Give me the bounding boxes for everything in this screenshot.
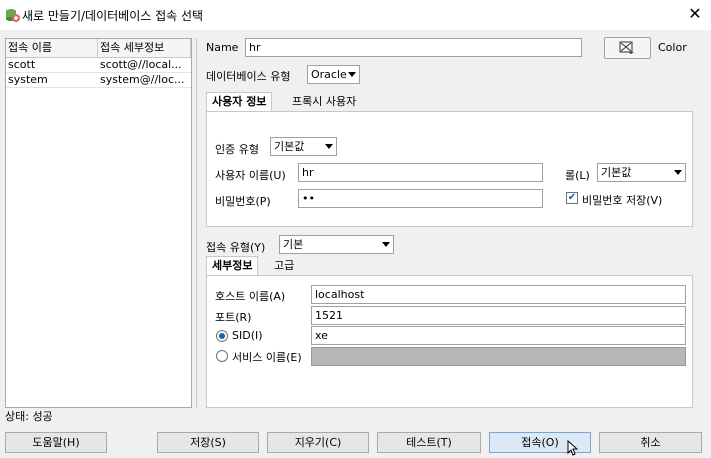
sid-radio[interactable] xyxy=(216,330,228,342)
database-app-icon xyxy=(6,9,20,22)
password-label: 비밀번호(P) xyxy=(215,195,271,208)
save-password-label: 비밀번호 저장(V) xyxy=(582,194,663,207)
title-bar: 새로 만들기/데이터베이스 접속 선택 ✕ xyxy=(0,0,711,30)
color-label: Color xyxy=(658,41,687,54)
color-picker-button[interactable] xyxy=(604,37,651,59)
sid-label: SID(I) xyxy=(232,329,263,342)
tab-details[interactable]: 세부정보 xyxy=(206,256,259,275)
role-select[interactable]: 기본값 xyxy=(597,163,686,182)
connection-list: 접속 이름 접속 세부정보 scott scott@//local... sys… xyxy=(5,38,192,408)
service-name-label: 서비스 이름(E) xyxy=(232,351,302,364)
db-type-value: Oracle xyxy=(311,68,347,81)
chevron-down-icon xyxy=(382,242,390,247)
conn-type-value: 기본 xyxy=(283,238,304,251)
connection-row-details[interactable]: scott@//local... xyxy=(98,58,191,73)
sid-input[interactable]: xe xyxy=(311,326,686,345)
service-name-input xyxy=(311,347,686,366)
username-label: 사용자 이름(U) xyxy=(215,169,286,182)
clear-button[interactable]: 지우기(C) xyxy=(267,432,369,453)
connection-row-details[interactable]: system@//loc... xyxy=(98,73,191,88)
save-password-checkbox[interactable]: ✔ xyxy=(566,192,578,204)
help-button[interactable]: 도움말(H) xyxy=(5,432,107,453)
cancel-button[interactable]: 취소 xyxy=(599,432,702,453)
name-label: Name xyxy=(206,41,239,54)
close-icon[interactable]: ✕ xyxy=(684,4,706,26)
service-name-radio[interactable] xyxy=(216,350,228,362)
auth-type-select[interactable]: 기본값 xyxy=(270,137,337,156)
host-input[interactable]: localhost xyxy=(311,285,686,304)
pane-splitter[interactable] xyxy=(196,38,197,408)
name-input[interactable]: hr xyxy=(245,38,582,57)
conn-type-select[interactable]: 기본 xyxy=(279,235,394,254)
port-label: 포트(R) xyxy=(215,311,252,324)
host-label: 호스트 이름(A) xyxy=(215,290,286,303)
conn-type-label: 접속 유형(Y) xyxy=(206,241,266,254)
connection-row-name[interactable]: system xyxy=(6,73,98,88)
password-input[interactable]: •• xyxy=(298,189,543,208)
chevron-down-icon xyxy=(674,170,682,175)
role-label: 롤(L) xyxy=(565,169,590,182)
test-button[interactable]: 테스트(T) xyxy=(377,432,481,453)
chevron-down-icon xyxy=(325,144,333,149)
auth-type-label: 인증 유형 xyxy=(215,143,259,156)
connection-row-name[interactable]: scott xyxy=(6,58,98,73)
role-value: 기본값 xyxy=(601,166,632,179)
db-type-select[interactable]: Oracle xyxy=(307,65,360,84)
tab-proxy-user[interactable]: 프록시 사용자 xyxy=(287,93,361,112)
color-swatch-icon xyxy=(619,41,634,54)
save-button[interactable]: 저장(S) xyxy=(157,432,259,453)
status-text: 상태: 성공 xyxy=(5,410,53,423)
window-title: 새로 만들기/데이터베이스 접속 선택 xyxy=(22,9,204,23)
tab-user-info[interactable]: 사용자 정보 xyxy=(206,92,273,111)
username-input[interactable]: hr xyxy=(298,163,543,182)
mouse-cursor-icon xyxy=(567,440,579,456)
auth-type-value: 기본값 xyxy=(274,140,305,153)
port-input[interactable]: 1521 xyxy=(311,306,686,325)
db-type-label: 데이터베이스 유형 xyxy=(206,70,291,83)
column-header-connection-name[interactable]: 접속 이름 xyxy=(6,39,98,58)
chevron-down-icon xyxy=(348,72,356,77)
column-header-connection-details[interactable]: 접속 세부정보 xyxy=(98,39,191,58)
tab-advanced[interactable]: 고급 xyxy=(269,257,299,276)
